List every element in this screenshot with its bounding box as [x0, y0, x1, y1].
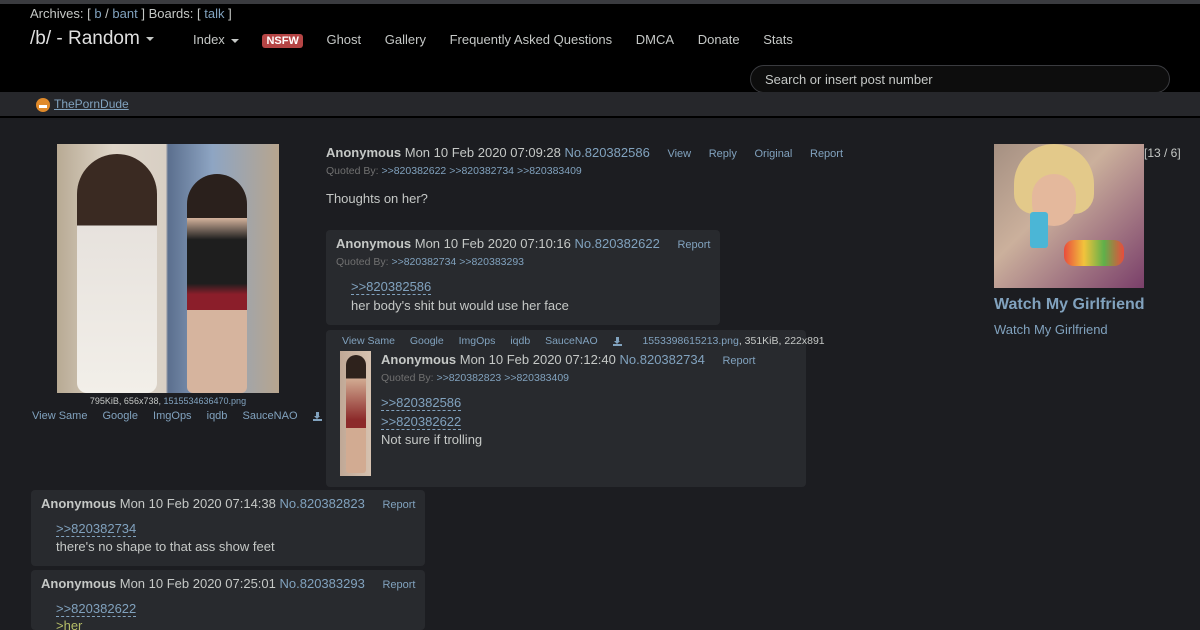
op-image[interactable] [57, 144, 279, 393]
reply-text: there's no shape to that ass show feet [56, 539, 275, 554]
quote-backlink[interactable]: >>820382823 [436, 372, 501, 384]
op-saucenao[interactable]: SauceNAO [242, 410, 297, 422]
ad-counter: [13 / 6] [1144, 146, 1181, 160]
reply-quoted-by: Quoted By: >>820382734 >>820383293 [336, 256, 525, 268]
sponsor-bar: ThePornDude [0, 92, 1200, 118]
post-date: Mon 10 Feb 2020 07:10:16 [414, 236, 571, 251]
poster-name: Anonymous [41, 576, 117, 591]
imgops[interactable]: ImgOps [459, 335, 496, 347]
nav-faq[interactable]: Frequently Asked Questions [450, 32, 613, 47]
reply-header: Anonymous Mon 10 Feb 2020 07:25:01 No.82… [41, 576, 415, 591]
op-file-name[interactable]: 1515534636470.png [163, 396, 246, 406]
post-number[interactable]: No.820382734 [620, 352, 705, 367]
op-file-info: 795KiB, 656x738, 1515534636470.png [89, 396, 247, 406]
reply-text: her body's shit but would use her face [351, 298, 569, 313]
ad-title-link[interactable]: Watch My Girlfriend [994, 296, 1145, 314]
board-title-dropdown[interactable]: /b/ - Random [30, 28, 154, 50]
nav-donate[interactable]: Donate [698, 32, 740, 47]
original-button[interactable]: Original [754, 148, 792, 160]
quote-backlink[interactable]: >>820383409 [517, 165, 582, 177]
reply-button[interactable]: Reply [709, 148, 737, 160]
quote-link-line: >>820382586 [381, 395, 462, 411]
google[interactable]: Google [410, 335, 444, 347]
search-input[interactable] [750, 65, 1170, 93]
op-image-tools: View Same Google ImgOps iqdb SauceNAO [32, 410, 334, 422]
quote-backlink[interactable]: >>820382734 [449, 165, 514, 177]
nsfw-badge: NSFW [262, 34, 303, 48]
header: Archives: [ b / bant ] Boards: [ talk ] … [0, 4, 1200, 93]
archive-link-b[interactable]: b [94, 6, 101, 21]
nav-dmca[interactable]: DMCA [636, 32, 674, 47]
nav-ghost[interactable]: Ghost [326, 32, 361, 47]
reply-file-name[interactable]: 1553398615213.png [642, 335, 738, 347]
post-number[interactable]: No.820382622 [575, 236, 660, 251]
iqdb[interactable]: iqdb [510, 335, 530, 347]
sponsor-logo-icon [36, 97, 50, 112]
poster-name: Anonymous [381, 352, 457, 367]
nav-stats[interactable]: Stats [763, 32, 793, 47]
reply-text: Not sure if trolling [381, 432, 483, 447]
view-button[interactable]: View [667, 148, 691, 160]
quote-link-line: >>820382622 [56, 601, 137, 617]
quote-backlink[interactable]: >>820382622 [381, 165, 446, 177]
quote-link-line: >>820382622 [381, 414, 462, 430]
post-number[interactable]: No.820382586 [565, 145, 650, 160]
chevron-down-icon [145, 36, 154, 41]
op-post-header: Anonymous Mon 10 Feb 2020 07:09:28 No.82… [326, 145, 843, 160]
report-button[interactable]: Report [722, 355, 755, 367]
post-number[interactable]: No.820383293 [280, 576, 365, 591]
quote-backlink[interactable]: >>820382734 [391, 256, 456, 268]
ad-subtitle-link[interactable]: Watch My Girlfriend [994, 322, 1108, 337]
archives-bar: Archives: [ b / bant ] Boards: [ talk ] [30, 6, 232, 21]
report-button[interactable]: Report [382, 579, 415, 591]
reply-header: Anonymous Mon 10 Feb 2020 07:12:40 No.82… [381, 352, 755, 367]
op-quoted-by: Quoted By: >>820382622 >>820382734 >>820… [326, 165, 582, 177]
view-same[interactable]: View Same [342, 335, 395, 347]
quote-link[interactable]: >>820382622 [381, 414, 462, 430]
ad-image[interactable] [994, 144, 1144, 288]
quote-link[interactable]: >>820382586 [351, 279, 432, 295]
reply-quoted-by: Quoted By: >>820382823 >>820383409 [381, 372, 570, 384]
nav-index-dropdown[interactable]: Index [193, 32, 239, 47]
post-date: Mon 10 Feb 2020 07:09:28 [404, 145, 561, 160]
post-date: Mon 10 Feb 2020 07:12:40 [459, 352, 616, 367]
download-icon[interactable] [612, 336, 622, 346]
op-text: Thoughts on her? [326, 191, 428, 206]
greentext-line: >her [56, 618, 83, 630]
quote-link-line: >>820382734 [56, 521, 137, 537]
quote-backlink[interactable]: >>820383293 [459, 256, 524, 268]
op-iqdb[interactable]: iqdb [207, 410, 228, 422]
post-date: Mon 10 Feb 2020 07:25:01 [119, 576, 276, 591]
board-title: /b/ - Random [30, 28, 140, 49]
post-number[interactable]: No.820382823 [280, 496, 365, 511]
op-view-same[interactable]: View Same [32, 410, 87, 422]
poster-name: Anonymous [41, 496, 117, 511]
post-date: Mon 10 Feb 2020 07:14:38 [119, 496, 276, 511]
report-button[interactable]: Report [677, 239, 710, 251]
sponsor-link[interactable]: ThePornDude [36, 97, 129, 112]
quote-link[interactable]: >>820382622 [56, 601, 137, 617]
reply-header: Anonymous Mon 10 Feb 2020 07:10:16 No.82… [336, 236, 710, 251]
report-button[interactable]: Report [382, 499, 415, 511]
quote-link[interactable]: >>820382586 [381, 395, 462, 411]
quote-link-line: >>820382586 [351, 279, 432, 295]
quote-backlink[interactable]: >>820383409 [504, 372, 569, 384]
main-nav: Index NSFW Ghost Gallery Frequently Aske… [193, 32, 813, 48]
report-button[interactable]: Report [810, 148, 843, 160]
nav-gallery[interactable]: Gallery [385, 32, 426, 47]
reply-header: Anonymous Mon 10 Feb 2020 07:14:38 No.82… [41, 496, 415, 511]
reply-image-tools: View Same Google ImgOps iqdb SauceNAO 15… [342, 335, 825, 347]
chevron-down-icon [230, 38, 239, 43]
poster-name: Anonymous [336, 236, 412, 251]
download-icon[interactable] [312, 411, 322, 421]
reply-thumbnail[interactable] [340, 351, 371, 476]
quote-link[interactable]: >>820382734 [56, 521, 137, 537]
poster-name: Anonymous [326, 145, 402, 160]
op-google[interactable]: Google [103, 410, 138, 422]
op-imgops[interactable]: ImgOps [153, 410, 192, 422]
board-link-talk[interactable]: talk [204, 6, 224, 21]
archive-link-bant[interactable]: bant [112, 6, 137, 21]
saucenao[interactable]: SauceNAO [545, 335, 598, 347]
